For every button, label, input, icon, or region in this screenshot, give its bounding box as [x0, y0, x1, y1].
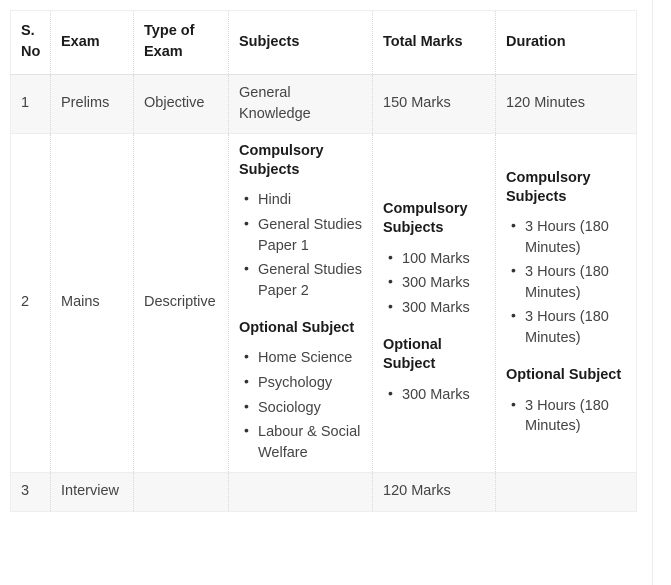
cell-type	[133, 472, 229, 512]
list-item: Hindi	[244, 189, 362, 211]
cell-marks: 150 Marks	[372, 74, 496, 135]
subjects-group-title-optional: Optional Subject	[239, 320, 355, 337]
column-header-subjects: Subjects	[228, 10, 373, 75]
exam-pattern-table: S. No Exam Type of Exam Subjects Total M…	[10, 10, 637, 512]
cell-exam: Prelims	[50, 74, 134, 135]
cell-subjects: Compulsory Subjects Hindi General Studie…	[228, 133, 373, 474]
list-item: 100 Marks	[388, 248, 485, 270]
page-divider	[652, 0, 653, 585]
list-item: Psychology	[244, 372, 362, 394]
marks-group-title-optional: Optional Subject	[383, 337, 442, 373]
list-item: 3 Hours (180 Minutes)	[511, 216, 626, 258]
column-header-duration: Duration	[495, 10, 637, 75]
subjects-group-title-compulsory: Compulsory Subjects	[239, 143, 324, 179]
cell-subjects: General Knowledge	[228, 74, 373, 135]
cell-type: Objective	[133, 74, 229, 135]
cell-duration: Compulsory Subjects 3 Hours (180 Minutes…	[495, 133, 637, 474]
column-header-marks: Total Marks	[372, 10, 496, 75]
list-item: General Studies Paper 2	[244, 259, 362, 301]
list-item: 300 Marks	[388, 297, 485, 319]
cell-marks: 120 Marks	[372, 472, 496, 512]
column-header-exam: Exam	[50, 10, 134, 75]
subjects-optional-list: Home Science Psychology Sociology Labour…	[239, 347, 362, 463]
list-item: 300 Marks	[388, 272, 485, 294]
column-header-sno: S. No	[10, 10, 51, 75]
duration-group-title-compulsory: Compulsory Subjects	[506, 169, 591, 205]
marks-optional-list: 300 Marks	[383, 384, 485, 406]
cell-exam: Interview	[50, 472, 134, 512]
table-body: 1 Prelims Objective General Knowledge 15…	[10, 74, 637, 512]
marks-group-title-compulsory: Compulsory Subjects	[383, 201, 468, 237]
table-header-row: S. No Exam Type of Exam Subjects Total M…	[10, 10, 637, 75]
cell-exam: Mains	[50, 133, 134, 474]
list-item: Home Science	[244, 347, 362, 369]
list-item: 3 Hours (180 Minutes)	[511, 306, 626, 348]
cell-sno: 3	[10, 472, 51, 512]
duration-optional-list: 3 Hours (180 Minutes)	[506, 395, 626, 437]
cell-duration	[495, 472, 637, 512]
cell-sno: 2	[10, 133, 51, 474]
subjects-compulsory-list: Hindi General Studies Paper 1 General St…	[239, 189, 362, 301]
list-item: 3 Hours (180 Minutes)	[511, 261, 626, 303]
cell-type: Descriptive	[133, 133, 229, 474]
cell-duration: 120 Minutes	[495, 74, 637, 135]
cell-marks: Compulsory Subjects 100 Marks 300 Marks …	[372, 133, 496, 474]
table-row: 1 Prelims Objective General Knowledge 15…	[10, 74, 637, 135]
list-item: 3 Hours (180 Minutes)	[511, 395, 626, 437]
exam-pattern-table-wrapper: S. No Exam Type of Exam Subjects Total M…	[10, 10, 637, 512]
duration-group-title-optional: Optional Subject	[506, 367, 622, 384]
marks-compulsory-list: 100 Marks 300 Marks 300 Marks	[383, 248, 485, 319]
list-item: General Studies Paper 1	[244, 214, 362, 256]
list-item: Sociology	[244, 397, 362, 419]
list-item: Labour & Social Welfare	[244, 421, 362, 463]
column-header-type: Type of Exam	[133, 10, 229, 75]
list-item: 300 Marks	[388, 384, 485, 406]
cell-sno: 1	[10, 74, 51, 135]
table-header: S. No Exam Type of Exam Subjects Total M…	[10, 10, 637, 75]
cell-subjects	[228, 472, 373, 512]
table-row: 3 Interview 120 Marks	[10, 472, 637, 512]
duration-compulsory-list: 3 Hours (180 Minutes) 3 Hours (180 Minut…	[506, 216, 626, 348]
table-row: 2 Mains Descriptive Compulsory Subjects …	[10, 133, 637, 474]
